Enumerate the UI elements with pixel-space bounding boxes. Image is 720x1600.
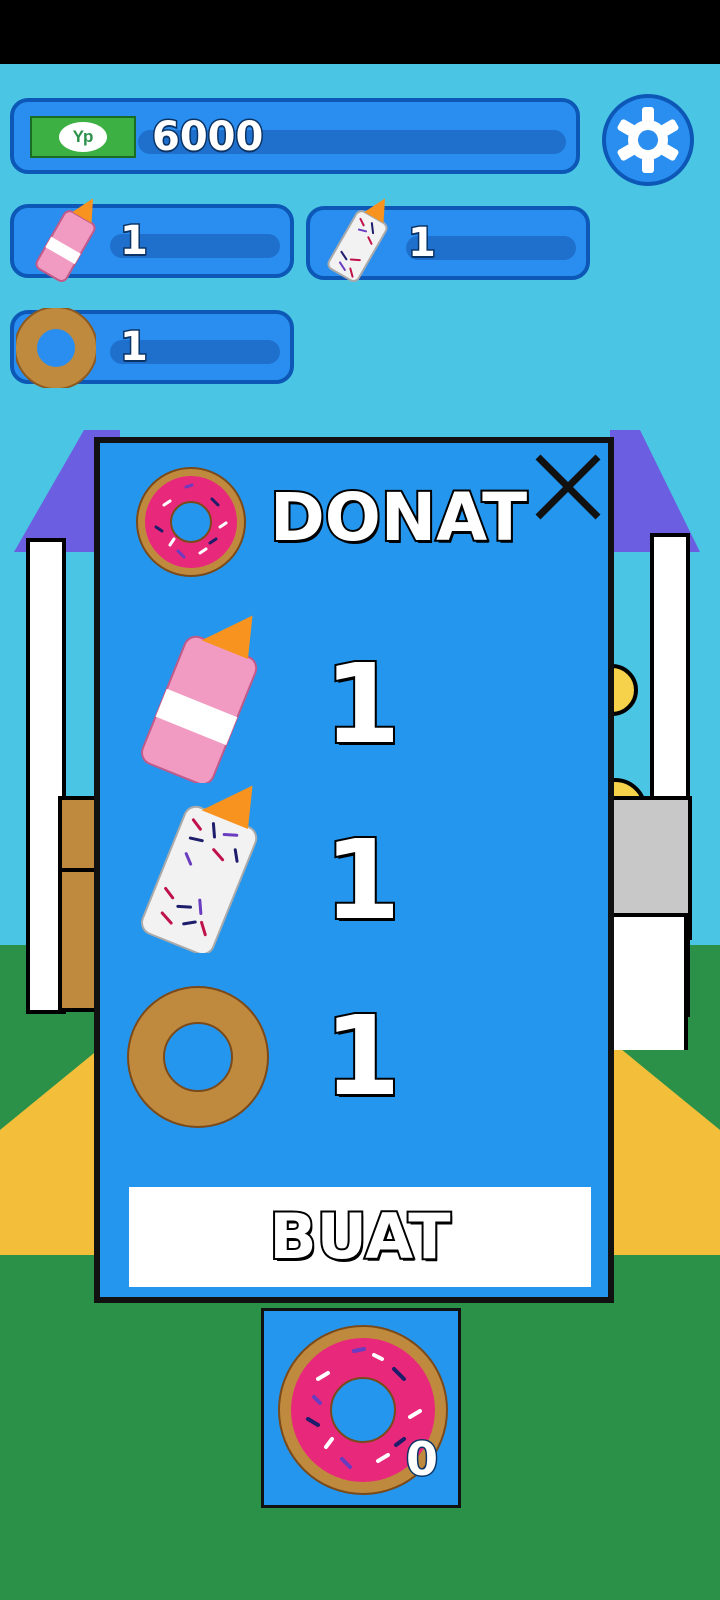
pink-icing-bottle-icon [35,198,96,282]
output-slot[interactable]: 0 [261,1308,461,1508]
gear-icon [617,107,679,173]
output-count: 0 [404,1431,439,1488]
pink-icing-count: 1 [119,217,150,266]
recipe-title: DONAT [268,477,529,558]
settings-button[interactable] [602,94,694,186]
make-button-label: BUAT [267,1198,452,1275]
pink-icing-bottle-icon [141,615,258,783]
ingredient-qty-pink-icing: 1 [322,638,403,770]
donut-base-count: 1 [119,323,150,372]
ingredient-qty-sprinkle-icing: 1 [322,814,403,946]
frosted-donut-icon [136,467,246,577]
currency-icon: Yp [30,116,136,158]
pink-icing-inventory: 1 [10,198,294,282]
sprinkle-icing-count: 1 [407,219,438,268]
currency-symbol: Yp [72,127,94,146]
recipe-dialog: DONAT 1 1 1 [94,437,614,1303]
sprinkle-icing-bottle-icon [327,198,388,282]
money-amount: 6000 [150,113,264,162]
make-button[interactable]: BUAT [129,1187,591,1287]
sprinkle-icing-inventory: 1 [306,198,590,282]
donut-base-inventory: 1 [10,308,294,388]
sprinkle-icing-bottle-icon [141,785,258,953]
ingredient-qty-donut-base: 1 [322,990,403,1122]
donut-base-icon [127,986,269,1128]
close-icon[interactable] [530,449,606,525]
donut-base-icon [16,308,96,388]
money-bar: Yp 6000 [10,98,580,174]
status-bar [0,0,720,64]
